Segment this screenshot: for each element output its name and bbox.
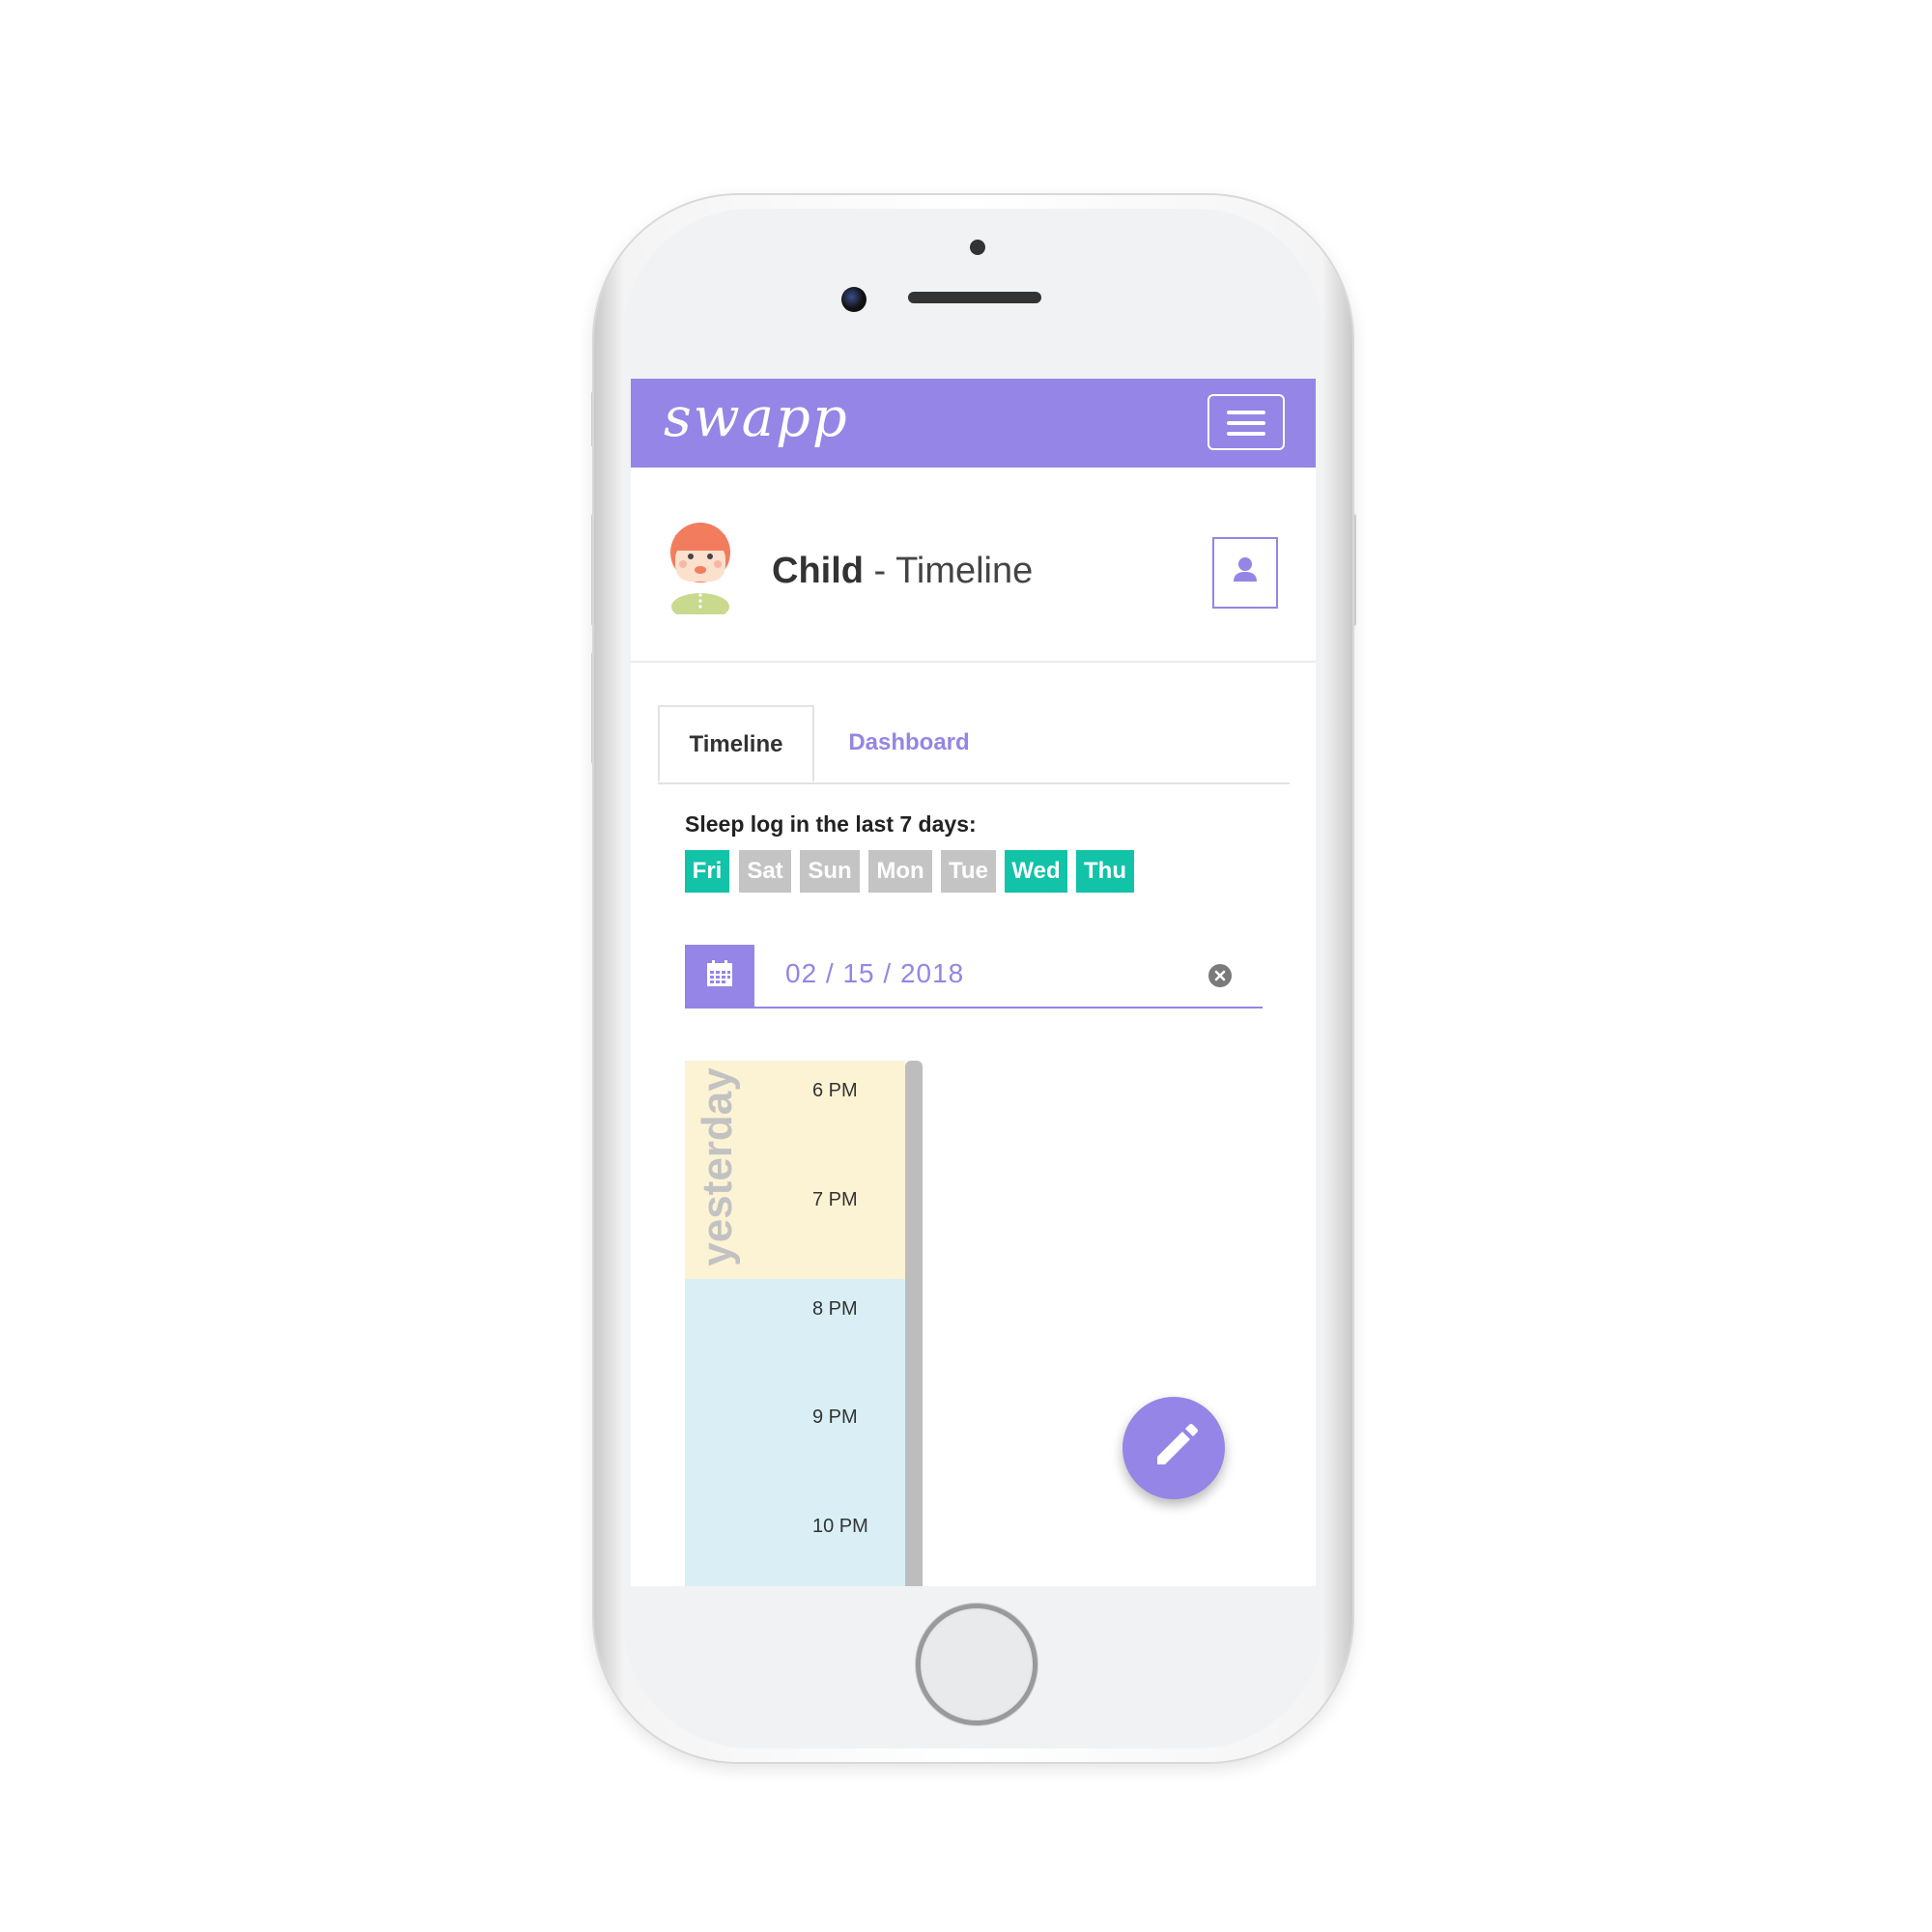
child-name: Child — [772, 551, 864, 591]
day-badge-sat[interactable]: Sat — [739, 850, 791, 893]
hour-label: 9 PM — [812, 1406, 858, 1428]
pencil-icon — [1157, 1424, 1198, 1464]
page-name: Timeline — [895, 551, 1034, 591]
day-label-yesterday: yesterday — [694, 1067, 741, 1266]
page-title: Child - Timeline — [772, 551, 1033, 592]
proximity-sensor — [970, 240, 985, 255]
title-separator: - — [863, 551, 896, 591]
profile-header: Child - Timeline — [631, 468, 1316, 663]
timeline-scrollbar[interactable] — [905, 1061, 923, 1586]
date-input[interactable]: 02 / 15 / 2018 — [785, 958, 964, 989]
navbar: swapp — [631, 379, 1316, 468]
day-badge-thu[interactable]: Thu — [1076, 850, 1134, 893]
day-badge-tue[interactable]: Tue — [941, 850, 996, 893]
clear-icon[interactable] — [1208, 964, 1232, 987]
calendar-button[interactable] — [685, 945, 754, 1007]
child-avatar — [670, 523, 730, 614]
sleep-log-label: Sleep log in the last 7 days: — [685, 811, 977, 837]
hamburger-menu-icon-line — [1227, 432, 1265, 436]
hour-label: 8 PM — [812, 1298, 858, 1320]
app-logo[interactable]: swapp — [664, 386, 849, 449]
hour-label: 10 PM — [812, 1516, 868, 1537]
home-button[interactable] — [916, 1604, 1037, 1725]
day-badge-sun[interactable]: Sun — [800, 850, 860, 893]
earpiece-speaker — [908, 292, 1041, 303]
day-badge-mon[interactable]: Mon — [868, 850, 932, 893]
front-camera — [841, 287, 867, 312]
user-icon — [1234, 557, 1257, 582]
tab-bar: Timeline Dashboard — [658, 705, 1290, 784]
edit-fab-button[interactable] — [1122, 1397, 1225, 1499]
timeline-sleep-block — [685, 1279, 905, 1586]
day-badge-wed[interactable]: Wed — [1005, 850, 1067, 893]
day-badge-fri[interactable]: Fri — [685, 850, 729, 893]
hamburger-menu-button[interactable] — [1208, 394, 1285, 450]
hour-label: 6 PM — [812, 1080, 858, 1101]
date-picker: 02 / 15 / 2018 — [685, 945, 1263, 1009]
tab-timeline[interactable]: Timeline — [658, 705, 814, 782]
tab-dashboard[interactable]: Dashboard — [814, 705, 1004, 782]
hamburger-menu-icon — [1227, 411, 1265, 414]
calendar-icon — [707, 960, 732, 986]
sleep-timeline: yesterday 6 PM 7 PM 8 PM 9 PM 10 PM — [685, 1061, 923, 1586]
hour-label: 7 PM — [812, 1189, 858, 1210]
hamburger-menu-icon-line — [1227, 421, 1265, 425]
profile-button[interactable] — [1212, 537, 1278, 609]
